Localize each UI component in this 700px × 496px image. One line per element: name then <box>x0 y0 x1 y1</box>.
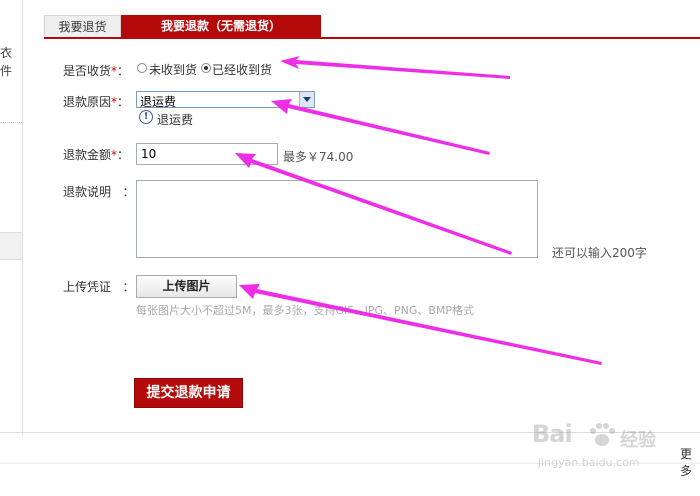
upload-hint-text: 每张图片大小不超过5M，最多3张，支持GIF、JPG、PNG、BMP格式 <box>136 304 475 317</box>
sidebar-divider <box>0 122 22 123</box>
radio-not-received-label: 未收到货 <box>149 63 198 77</box>
description-remaining-text: 还可以输入200字 <box>552 246 647 260</box>
voucher-label: 上传凭证 ： <box>63 280 135 294</box>
watermark-brand-cn: 经验 <box>620 430 656 451</box>
submit-refund-button[interactable]: 提交退款申请 <box>134 378 243 408</box>
tab-underline <box>44 37 700 39</box>
reason-info-text: 退运费 <box>157 113 194 127</box>
paw-icon <box>590 423 615 446</box>
description-textarea[interactable] <box>136 180 538 258</box>
left-sidebar: 衣 件 <box>0 0 23 435</box>
reason-select[interactable]: 退运费 <box>136 91 315 109</box>
arrow-to-received <box>280 56 510 79</box>
tab-return-goods[interactable]: 我要退货 <box>44 15 121 37</box>
amount-label: 退款金额*： <box>63 148 130 162</box>
watermark-url: jingyan.baidu.com <box>538 456 640 469</box>
received-label: 是否收货*： <box>63 64 130 78</box>
baidu-jingyan-watermark: Bai 经验 jingyan.baidu.com <box>532 420 672 480</box>
description-label: 退款说明 ： <box>63 185 135 199</box>
arrow-to-upload <box>239 284 602 365</box>
reason-select-value: 退运费 <box>140 95 177 109</box>
more-link[interactable]: 更多 <box>680 445 700 479</box>
radio-received[interactable] <box>201 63 211 73</box>
watermark-brand: Bai <box>532 420 573 448</box>
tab-refund-only[interactable]: 我要退款（无需退货） <box>121 15 321 37</box>
sidebar-fragment-2: 件 <box>0 64 12 78</box>
upload-image-button[interactable]: 上传图片 <box>136 275 237 298</box>
sidebar-fragment-1: 衣 <box>0 46 12 60</box>
radio-not-received[interactable] <box>137 63 147 73</box>
sidebar-grey-row <box>0 232 22 260</box>
amount-input[interactable]: 10 <box>136 143 278 165</box>
reason-label: 退款原因*： <box>63 95 130 109</box>
info-circle-icon: ! <box>139 110 153 124</box>
amount-max-text: 最多￥74.00 <box>283 150 354 164</box>
radio-received-label: 已经收到货 <box>212 63 273 77</box>
chevron-down-icon[interactable] <box>299 92 314 107</box>
